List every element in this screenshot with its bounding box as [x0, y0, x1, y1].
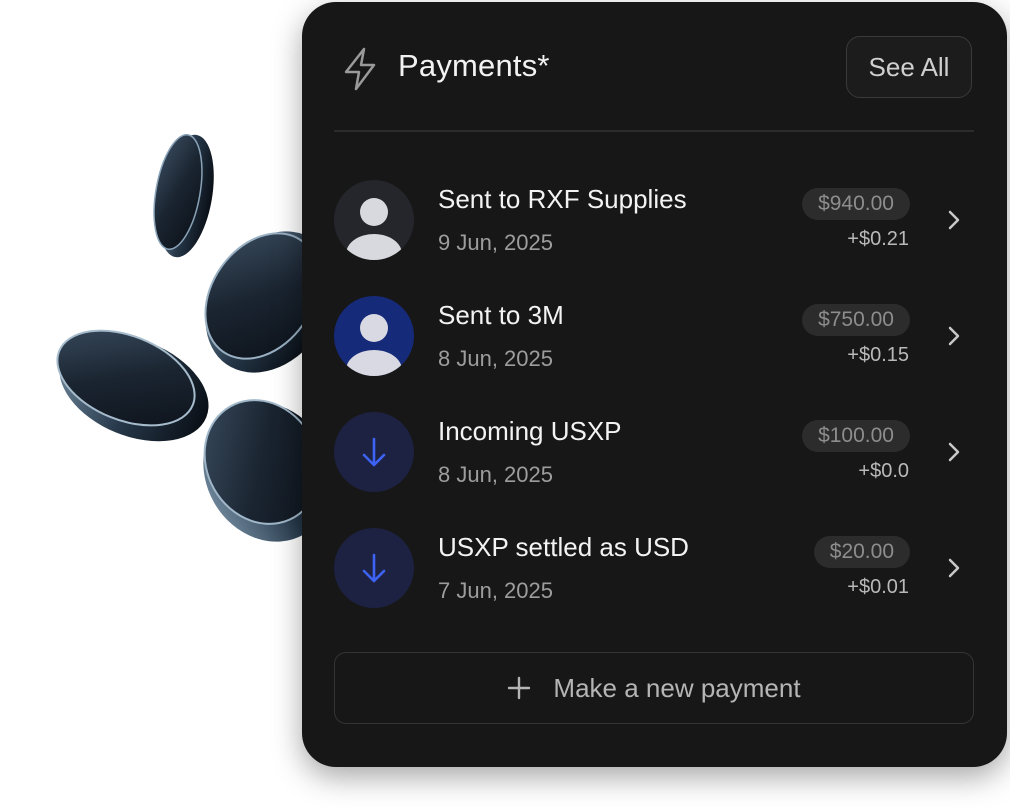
make-new-payment-button[interactable]: Make a new payment: [334, 652, 974, 724]
payment-amount: $20.00: [813, 536, 910, 568]
payment-title: Sent to 3M: [438, 300, 564, 330]
blurred-caption: [365, 774, 885, 800]
arrow-down-icon: [334, 412, 414, 492]
coin: [153, 134, 214, 258]
lightning-bolt-icon: [344, 47, 376, 91]
payment-amount: $940.00: [802, 188, 910, 220]
payment-fee: +$0.15: [847, 344, 909, 366]
payment-date: 8 Jun, 2025: [438, 462, 553, 487]
payment-amount: $750.00: [802, 304, 910, 336]
payment-row[interactable]: Sent to RXF Supplies 9 Jun, 2025 $940.00…: [302, 180, 1007, 280]
person-avatar-icon: [334, 296, 414, 376]
payment-title: Sent to RXF Supplies: [438, 184, 687, 214]
chevron-right-icon[interactable]: [946, 556, 962, 580]
payment-date: 8 Jun, 2025: [438, 346, 553, 371]
payment-amount: $100.00: [802, 420, 910, 452]
chevron-right-icon[interactable]: [946, 324, 962, 348]
payment-fee: +$0.0: [858, 460, 909, 482]
card-header: Payments* See All: [302, 2, 1007, 132]
coins-illustration: [56, 134, 320, 542]
payment-fee: +$0.21: [847, 228, 909, 250]
payment-row[interactable]: Sent to 3M 8 Jun, 2025 $750.00 +$0.15: [302, 296, 1007, 396]
person-avatar-icon: [334, 180, 414, 260]
payment-row[interactable]: Incoming USXP 8 Jun, 2025 $100.00 +$0.0: [302, 412, 1007, 512]
payment-fee: +$0.01: [847, 576, 909, 598]
see-all-button[interactable]: See All: [846, 36, 972, 98]
card-title: Payments*: [398, 48, 550, 83]
payment-title: Incoming USXP: [438, 416, 622, 446]
payment-title: USXP settled as USD: [438, 532, 689, 562]
payment-date: 7 Jun, 2025: [438, 578, 553, 603]
plus-icon: [508, 676, 531, 700]
payments-card: Payments* See All Sent to RXF Supplies 9…: [302, 2, 1007, 767]
payment-date: 9 Jun, 2025: [438, 230, 553, 255]
make-new-payment-label: Make a new payment: [553, 672, 801, 703]
chevron-right-icon[interactable]: [946, 440, 962, 464]
payment-row[interactable]: USXP settled as USD 7 Jun, 2025 $20.00 +…: [302, 528, 1007, 628]
header-divider: [334, 130, 974, 132]
coin: [56, 329, 209, 442]
arrow-down-icon: [334, 528, 414, 608]
chevron-right-icon[interactable]: [946, 208, 962, 232]
